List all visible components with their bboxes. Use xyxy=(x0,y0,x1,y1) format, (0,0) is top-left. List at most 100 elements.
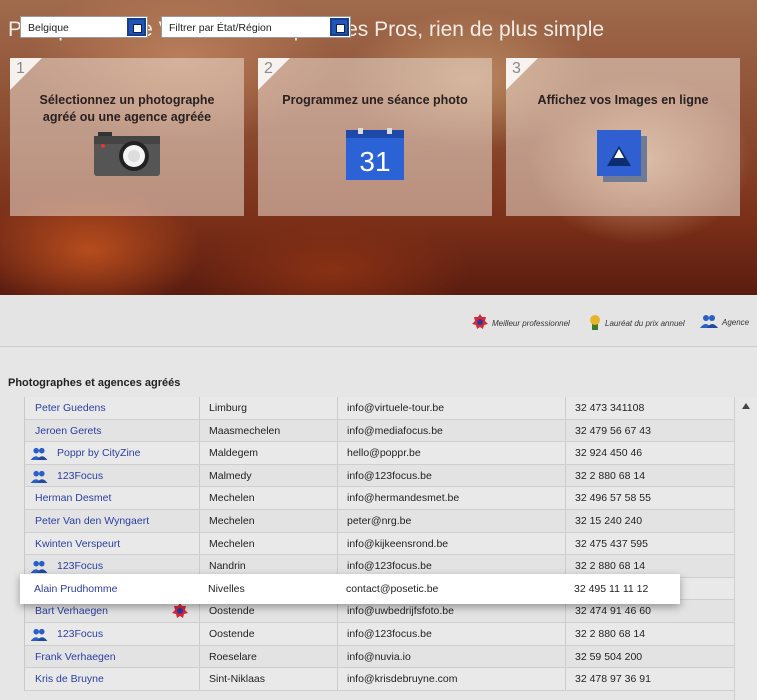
row-phone: 32 2 880 68 14 xyxy=(575,469,646,482)
column-divider xyxy=(199,509,200,532)
row-name[interactable]: Alain Prudhomme xyxy=(34,583,117,595)
row-email: contact@posetic.be xyxy=(346,583,439,595)
column-divider xyxy=(565,622,566,645)
legend-annual-prize: Lauréat du prix annuel xyxy=(589,314,685,332)
row-city: Maldegem xyxy=(209,447,259,460)
row-city: Sint-Niklaas xyxy=(209,673,266,686)
row-email: info@123focus.be xyxy=(347,560,432,573)
legend-best-pro-label: Meilleur professionnel xyxy=(492,318,570,328)
column-divider xyxy=(565,532,566,555)
step-title: Sélectionnez un photographe agréé ou une… xyxy=(39,93,215,124)
step-title: Programmez une séance photo xyxy=(282,93,468,107)
scrollbar[interactable] xyxy=(734,397,757,700)
row-phone: 32 2 880 68 14 xyxy=(575,560,646,573)
table-row[interactable]: Peter Van den Wyngaert Mechelen peter@nrg.… xyxy=(25,509,734,533)
step-corner xyxy=(10,58,42,90)
table-row[interactable]: Herman Desmet Mechelen info@hermandesmet.b… xyxy=(25,487,734,510)
row-phone: 32 15 240 240 xyxy=(575,514,643,527)
list-title: Photographes et agences agréés xyxy=(8,377,181,389)
agency-icon xyxy=(30,628,48,644)
row-name[interactable]: Bart Verhaegen xyxy=(35,605,108,617)
row-phone: 32 495 11 11 12 xyxy=(574,583,649,595)
photographers-table: Peter Guedens Limburg info@virtuele-tour.b… xyxy=(24,397,734,691)
row-city: Mechelen xyxy=(209,537,255,550)
region-select-value: Filtrer par État/Région xyxy=(169,22,272,34)
step-card-3: 3 Affichez vos Images en ligne xyxy=(506,58,740,216)
row-phone: 32 924 450 46 xyxy=(575,447,643,460)
column-divider xyxy=(199,532,200,555)
table-row[interactable]: Peter Guedens Limburg info@virtuele-tour.b… xyxy=(25,397,734,420)
row-name[interactable]: 123Focus xyxy=(57,470,103,482)
column-divider xyxy=(337,397,338,419)
column-divider xyxy=(337,622,338,645)
row-name[interactable]: Frank Verhaegen xyxy=(35,651,116,663)
table-row[interactable]: 123Focus Malmedy info@123focus.be 32 2 880 … xyxy=(25,464,734,488)
column-divider xyxy=(565,668,566,690)
agency-icon xyxy=(700,314,718,330)
row-name[interactable]: 123Focus xyxy=(57,628,103,640)
column-divider xyxy=(337,645,338,668)
row-city: Mechelen xyxy=(209,492,255,505)
column-divider xyxy=(199,645,200,668)
row-email: info@kijkeensrond.be xyxy=(347,537,449,550)
row-email: info@hermandesmet.be xyxy=(347,492,460,505)
region-select[interactable]: Filtrer par État/Région xyxy=(161,16,351,38)
row-name[interactable]: 123Focus xyxy=(57,560,103,572)
row-city: Roeselare xyxy=(209,650,257,663)
hero-banner: Pour profiter de Visite virtuelle pour l… xyxy=(0,0,757,295)
step-corner xyxy=(506,58,538,90)
legend-best-pro: Meilleur professionnel xyxy=(472,314,570,332)
column-divider xyxy=(565,397,566,419)
row-city: Limburg xyxy=(209,402,247,414)
column-divider xyxy=(199,487,200,509)
row-city: Malmedy xyxy=(209,469,252,482)
row-city: Oostende xyxy=(209,605,255,618)
row-name[interactable]: Jeroen Gerets xyxy=(35,425,102,437)
row-phone: 32 2 880 68 14 xyxy=(575,627,646,640)
agency-icon xyxy=(30,447,48,463)
row-email: info@krisdebruyne.com xyxy=(347,673,458,686)
row-name[interactable]: Poppr by CityZine xyxy=(57,447,140,459)
table-row[interactable]: Jeroen Gerets Maasmechelen info@mediafocus… xyxy=(25,419,734,443)
table-row[interactable]: Poppr by CityZine Maldegem hello@poppr.be 3… xyxy=(25,442,734,465)
row-name[interactable]: Peter Guedens xyxy=(35,402,106,414)
row-phone: 32 496 57 58 55 xyxy=(575,492,651,505)
row-email: info@virtuele-tour.be xyxy=(347,402,445,414)
row-email: info@uwbedrijfsfoto.be xyxy=(347,605,454,618)
row-name[interactable]: Peter Van den Wyngaert xyxy=(35,515,149,527)
table-row[interactable]: 123Focus Oostende info@123focus.be 32 2 880… xyxy=(25,622,734,646)
highlighted-row[interactable]: Alain Prudhomme Nivelles contact@posetic… xyxy=(20,574,680,604)
column-divider xyxy=(565,442,566,464)
step-card-1: 1 Sélectionnez un photographe agréé ou u… xyxy=(10,58,244,216)
chevron-down-icon[interactable] xyxy=(330,18,349,36)
row-email: info@mediafocus.be xyxy=(347,424,443,437)
scroll-up-icon[interactable] xyxy=(742,403,750,409)
row-email: info@123focus.be xyxy=(347,627,432,640)
calendar-icon: 31 xyxy=(346,128,404,187)
table-row[interactable]: Kwinten Verspeurt Mechelen info@kijkeensro… xyxy=(25,532,734,556)
column-divider xyxy=(337,419,338,442)
legend-agency: Agence xyxy=(700,314,749,330)
row-city: Maasmechelen xyxy=(209,424,281,437)
step-number: 3 xyxy=(512,60,521,77)
country-select[interactable]: Belgique xyxy=(20,16,148,38)
row-name[interactable]: Kwinten Verspeurt xyxy=(35,538,120,550)
table-row[interactable]: Kris de Bruyne Sint-Niklaas info@krisdebru… xyxy=(25,668,734,691)
row-name[interactable]: Herman Desmet xyxy=(35,492,111,504)
column-divider xyxy=(337,532,338,555)
column-divider xyxy=(337,668,338,690)
row-name[interactable]: Kris de Bruyne xyxy=(35,673,104,685)
chevron-down-icon[interactable] xyxy=(127,18,146,36)
step-title: Affichez vos Images en ligne xyxy=(537,93,709,107)
column-divider xyxy=(337,442,338,464)
country-select-value: Belgique xyxy=(28,22,69,34)
column-divider xyxy=(337,464,338,487)
table-row[interactable]: Frank Verhaegen Roeselare info@nuvia.io 32 … xyxy=(25,645,734,669)
column-divider xyxy=(337,509,338,532)
column-divider xyxy=(565,487,566,509)
column-divider xyxy=(337,487,338,509)
column-divider xyxy=(565,645,566,668)
row-phone: 32 59 504 200 xyxy=(575,650,643,663)
row-phone: 32 473 341108 xyxy=(575,402,645,414)
row-city: Nandrin xyxy=(209,560,246,573)
